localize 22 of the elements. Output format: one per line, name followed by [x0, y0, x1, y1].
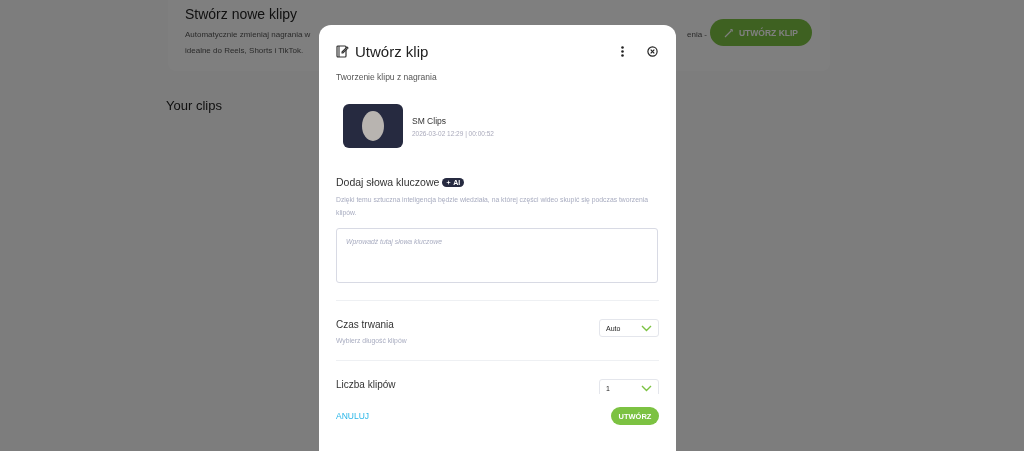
create-clip-button[interactable]: UTWÓRZ KLIP [709, 19, 812, 46]
cancel-link[interactable]: ANULUJ [336, 411, 370, 421]
sparkle-icon [446, 179, 452, 185]
recording-name: SM Clips [412, 115, 447, 126]
avatar-placeholder [362, 111, 384, 141]
dialog-subtitle: Tworzenie klipu z nagrania [335, 71, 438, 82]
setting-label: Czas trwania [336, 319, 395, 330]
section-title: Your clips [166, 98, 223, 113]
close-icon [646, 46, 658, 57]
more-vertical-icon [620, 46, 624, 57]
chevron-down-icon [641, 324, 652, 332]
card-title: Stwórz nowe klipy [185, 6, 299, 22]
magic-wand-icon [723, 27, 734, 38]
close-button[interactable] [645, 44, 659, 59]
clip-edit-icon [336, 45, 349, 58]
setting-label: Liczba klipów [336, 379, 396, 390]
keywords-label: Dodaj słowa kluczowe [336, 176, 440, 188]
card-description: enia - [687, 29, 707, 41]
chevron-down-icon [641, 384, 652, 392]
dialog-title: Utwórz klip [355, 43, 430, 60]
card-description: idealne do Reels, Shorts i TikTok. [185, 45, 304, 57]
card-description: Automatycznie zmieniaj nagrania w [185, 29, 311, 41]
